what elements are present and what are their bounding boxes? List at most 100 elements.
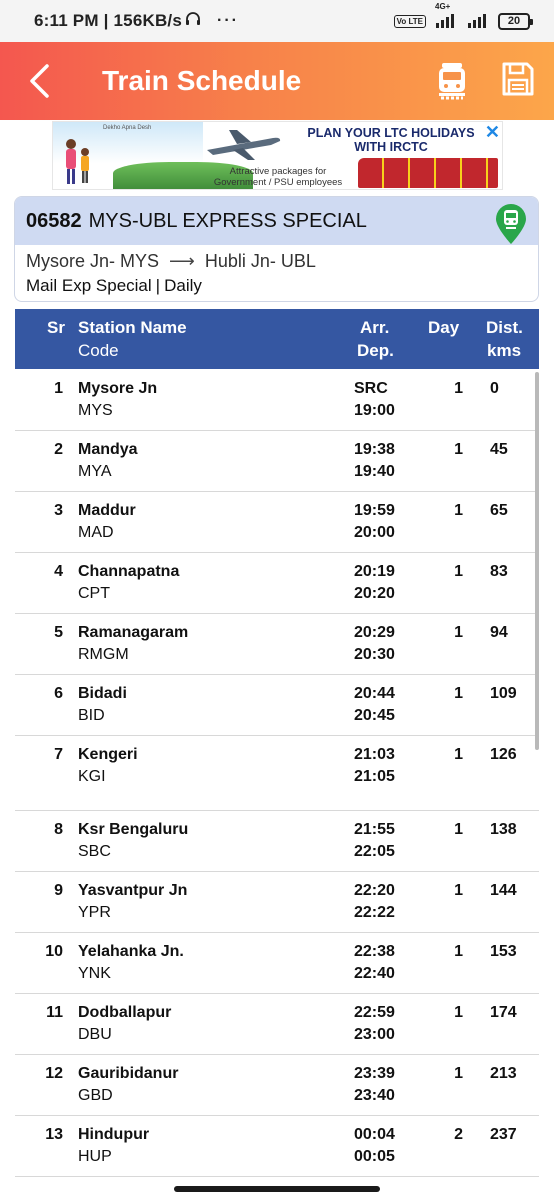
row-day: 1 <box>454 1065 463 1082</box>
train-type: Mail Exp Special <box>26 276 152 295</box>
to-station: Hubli Jn- UBL <box>204 251 316 271</box>
train-type-line: Mail Exp Special | Daily <box>15 276 538 296</box>
row-departure: 19:00 <box>354 402 395 419</box>
row-station-code: KGI <box>78 768 106 785</box>
row-distance: 237 <box>490 1126 517 1143</box>
row-departure: 23:40 <box>354 1087 395 1104</box>
row-distance: 109 <box>490 685 517 702</box>
row-departure: 19:40 <box>354 463 395 480</box>
table-row[interactable]: 2 Mandya MYA 19:38 19:40 1 45 <box>15 431 539 492</box>
row-station-code: MAD <box>78 524 114 541</box>
row-day: 1 <box>454 502 463 519</box>
status-right: Vo LTE 4G+ 20 <box>393 2 533 31</box>
more-notifications-icon: ··· <box>217 12 239 29</box>
schedule-table-body: 1 Mysore Jn MYS SRC 19:00 1 0 2 Mandya MYA 19:38 19… <box>15 370 539 1177</box>
back-arrow-icon[interactable] <box>14 42 64 120</box>
row-sr: 1 <box>54 380 63 397</box>
table-row[interactable]: 1 Mysore Jn MYS SRC 19:00 1 0 <box>15 370 539 431</box>
table-row[interactable]: 9 Yasvantpur Jn YPR 22:20 22:22 1 144 <box>15 872 539 933</box>
row-station-code: MYA <box>78 463 112 480</box>
row-distance: 65 <box>490 502 508 519</box>
home-indicator[interactable] <box>174 1186 380 1192</box>
row-arrival: 19:59 <box>354 502 395 519</box>
header-station-name: Station Name <box>78 318 187 337</box>
table-row[interactable]: 12 Gauribidanur GBD 23:39 23:40 1 213 <box>15 1055 539 1116</box>
row-arrival: 20:19 <box>354 563 395 580</box>
ad-people-image <box>61 136 95 186</box>
row-station-name: Maddur <box>78 502 136 519</box>
train-number: 06582 <box>26 209 82 232</box>
row-sr: 13 <box>45 1126 63 1143</box>
table-row[interactable]: 5 Ramanagaram RMGM 20:29 20:30 1 94 <box>15 614 539 675</box>
battery-icon: 20 <box>498 12 533 30</box>
save-icon[interactable] <box>501 61 535 102</box>
ad-headline: PLAN YOUR LTC HOLIDAYS WITH IRCTC <box>307 126 475 154</box>
row-arrival: 22:20 <box>354 882 395 899</box>
row-station-code: RMGM <box>78 646 129 663</box>
table-row[interactable]: 13 Hindupur HUP 00:04 00:05 2 237 <box>15 1116 539 1177</box>
train-icon[interactable] <box>436 60 468 107</box>
row-distance: 144 <box>490 882 517 899</box>
row-distance: 83 <box>490 563 508 580</box>
row-departure: 22:05 <box>354 843 395 860</box>
row-day: 1 <box>454 943 463 960</box>
row-arrival: 21:55 <box>354 821 395 838</box>
table-row[interactable]: 4 Channapatna CPT 20:19 20:20 1 83 <box>15 553 539 614</box>
row-sr: 2 <box>54 441 63 458</box>
row-sr: 11 <box>46 1004 63 1021</box>
train-info-card: 06582 MYS-UBL EXPRESS SPECIAL Mysore Jn-… <box>14 196 539 302</box>
route-line: Mysore Jn- MYS ⟶ Hubli Jn- UBL <box>15 251 538 272</box>
row-day: 1 <box>454 882 463 899</box>
train-name: MYS-UBL EXPRESS SPECIAL <box>88 209 367 232</box>
table-row[interactable]: 11 Dodballapur DBU 22:59 23:00 1 174 <box>15 994 539 1055</box>
row-station-name: Channapatna <box>78 563 180 580</box>
row-day: 1 <box>454 685 463 702</box>
row-arrival: 21:03 <box>354 746 395 763</box>
row-station-name: Dodballapur <box>78 1004 172 1021</box>
row-day: 1 <box>454 746 463 763</box>
ad-banner[interactable]: PLAN YOUR LTC HOLIDAYS WITH IRCTC Attrac… <box>52 121 503 190</box>
row-sr: 5 <box>54 624 63 641</box>
row-sr: 8 <box>54 821 63 838</box>
row-arrival: 22:59 <box>354 1004 395 1021</box>
ad-train-image <box>358 158 498 188</box>
row-distance: 45 <box>490 441 508 458</box>
status-time: 6:11 PM | 156KB/s <box>34 11 183 30</box>
row-day: 1 <box>454 563 463 580</box>
row-day: 1 <box>454 821 463 838</box>
row-station-code: DBU <box>78 1026 112 1043</box>
row-station-code: YNK <box>78 965 111 982</box>
row-departure: 00:05 <box>354 1148 395 1165</box>
row-arrival: 23:39 <box>354 1065 395 1082</box>
row-arrival: 20:44 <box>354 685 395 702</box>
volte-icon: Vo LTE <box>393 14 426 28</box>
route-arrow-icon: ⟶ <box>169 251 195 271</box>
table-row[interactable]: 7 Kengeri KGI 21:03 21:05 1 126 <box>15 736 539 811</box>
row-departure: 20:00 <box>354 524 395 541</box>
row-station-code: MYS <box>78 402 113 419</box>
row-distance: 213 <box>490 1065 517 1082</box>
row-station-name: Ramanagaram <box>78 624 189 641</box>
row-sr: 3 <box>54 502 63 519</box>
row-arrival: 19:38 <box>354 441 395 458</box>
ad-close-icon[interactable]: ✕ <box>485 122 500 142</box>
row-day: 1 <box>454 1004 463 1021</box>
row-station-name: Ksr Bengaluru <box>78 821 189 838</box>
row-arrival: SRC <box>354 380 388 397</box>
table-row[interactable]: 6 Bidadi BID 20:44 20:45 1 109 <box>15 675 539 736</box>
row-distance: 0 <box>490 380 499 397</box>
table-row[interactable]: 3 Maddur MAD 19:59 20:00 1 65 <box>15 492 539 553</box>
location-pin-icon[interactable] <box>494 203 528 250</box>
row-arrival: 00:04 <box>354 1126 395 1143</box>
row-station-name: Mysore Jn <box>78 380 158 397</box>
type-separator: | <box>155 276 161 295</box>
table-row[interactable]: 10 Yelahanka Jn. YNK 22:38 22:40 1 153 <box>15 933 539 994</box>
page-title: Train Schedule <box>102 65 302 96</box>
row-departure: 22:40 <box>354 965 395 982</box>
row-departure: 23:00 <box>354 1026 395 1043</box>
table-row[interactable]: 8 Ksr Bengaluru SBC 21:55 22:05 1 138 <box>15 811 539 872</box>
row-distance: 138 <box>490 821 517 838</box>
row-station-name: Yasvantpur Jn <box>78 882 188 899</box>
row-departure: 22:22 <box>354 904 395 921</box>
scrollbar[interactable] <box>535 372 539 750</box>
